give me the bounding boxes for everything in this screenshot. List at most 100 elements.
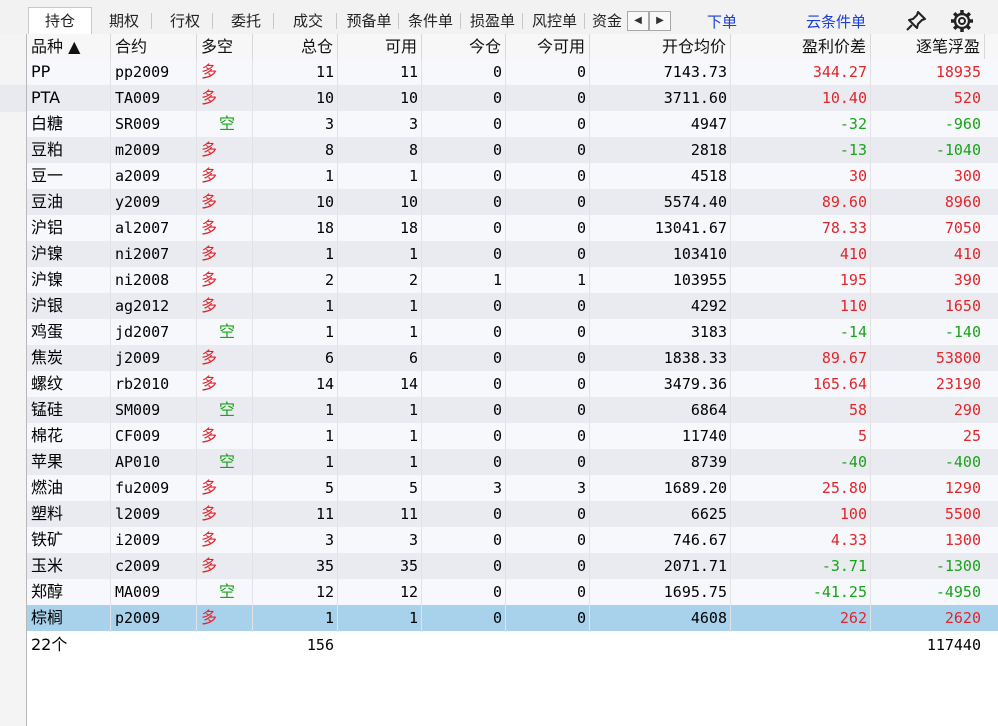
- tab-trades[interactable]: 成交: [279, 8, 337, 34]
- table-row[interactable]: 铁矿 i2009 多 3 3 0 0 746.67 4.33 1300: [27, 527, 998, 553]
- cell-total: 10: [315, 193, 334, 211]
- cell-contract: p2009: [115, 609, 161, 627]
- cell-total: 18: [315, 219, 334, 237]
- column-header-total[interactable]: 总仓: [253, 34, 338, 59]
- cell-avg-open-price: 7143.73: [663, 63, 727, 81]
- cell-direction: 多: [201, 374, 218, 393]
- cell-today: 0: [492, 115, 502, 133]
- column-header-product[interactable]: 品种 ▲: [27, 34, 111, 59]
- cell-total: 1: [324, 297, 334, 315]
- table-row[interactable]: 苹果 AP010 空 1 1 0 0 8739 -40 -400: [27, 449, 998, 475]
- tab-stop-profit-loss[interactable]: 损盈单: [462, 8, 523, 34]
- cell-product: 豆粕: [31, 140, 64, 159]
- table-row[interactable]: 豆油 y2009 多 10 10 0 0 5574.40 89.60 8960: [27, 189, 998, 215]
- table-row[interactable]: 沪银 ag2012 多 1 1 0 0 4292 110 1650: [27, 293, 998, 319]
- tab-options[interactable]: 期权: [96, 8, 152, 34]
- cell-today-available: 0: [576, 609, 586, 627]
- column-header-today[interactable]: 今仓: [422, 34, 506, 59]
- table-row[interactable]: 锰硅 SM009 空 1 1 0 0 6864 58 290: [27, 397, 998, 423]
- table-row[interactable]: 玉米 c2009 多 35 35 0 0 2071.71 -3.71 -1300: [27, 553, 998, 579]
- table-row[interactable]: 郑醇 MA009 空 12 12 0 0 1695.75 -41.25 -4950: [27, 579, 998, 605]
- table-row[interactable]: 豆粕 m2009 多 8 8 0 0 2818 -13 -1040: [27, 137, 998, 163]
- place-order-link[interactable]: 下单: [707, 11, 737, 32]
- table-row[interactable]: 沪镍 ni2007 多 1 1 0 0 103410 410 410: [27, 241, 998, 267]
- cell-today-available: 0: [576, 453, 586, 471]
- tab-orders[interactable]: 委托: [218, 8, 274, 34]
- cell-today-available: 0: [576, 531, 586, 549]
- cell-total: 3: [324, 115, 334, 133]
- tab-funds[interactable]: 资金: [592, 8, 630, 34]
- cell-direction: 多: [201, 504, 218, 523]
- cell-today-available: 0: [576, 167, 586, 185]
- table-row[interactable]: 棉花 CF009 多 1 1 0 0 11740 5 25: [27, 423, 998, 449]
- scroll-right-button[interactable]: ▶: [649, 11, 671, 31]
- cell-contract: j2009: [115, 349, 161, 367]
- cell-today-available: 1: [576, 271, 586, 289]
- column-header-available[interactable]: 可用: [338, 34, 422, 59]
- cell-contract: SM009: [115, 401, 161, 419]
- cell-profit-spread: -14: [839, 323, 867, 341]
- cell-float-pnl: 1300: [944, 531, 981, 549]
- cell-total: 1: [324, 453, 334, 471]
- cell-contract: fu2009: [115, 479, 170, 497]
- column-header-contract[interactable]: 合约: [111, 34, 197, 59]
- cell-available: 1: [408, 323, 418, 341]
- cell-float-pnl: 520: [953, 89, 981, 107]
- cell-today: 0: [492, 323, 502, 341]
- cell-total: 1: [324, 609, 334, 627]
- cell-float-pnl: 25: [962, 427, 981, 445]
- cell-avg-open-price: 3711.60: [663, 89, 727, 107]
- column-divider: [870, 59, 871, 633]
- cell-avg-open-price: 4518: [690, 167, 727, 185]
- table-row[interactable]: 焦炭 j2009 多 6 6 0 0 1838.33 89.67 53800: [27, 345, 998, 371]
- table-row[interactable]: 塑料 l2009 多 11 11 0 0 6625 100 5500: [27, 501, 998, 527]
- column-header-direction[interactable]: 多空: [197, 34, 253, 59]
- tab-preorders[interactable]: 预备单: [339, 8, 399, 34]
- scroll-left-button[interactable]: ◀: [627, 11, 649, 31]
- cell-product: 塑料: [31, 504, 64, 523]
- cell-today: 0: [492, 219, 502, 237]
- cell-float-pnl: 1290: [944, 479, 981, 497]
- cell-profit-spread: -32: [839, 115, 867, 133]
- cell-direction: 多: [201, 270, 218, 289]
- table-row[interactable]: PP pp2009 多 11 11 0 0 7143.73 344.27 18935: [27, 59, 998, 85]
- cell-direction: 多: [201, 166, 218, 185]
- cell-today: 0: [492, 63, 502, 81]
- cell-avg-open-price: 3183: [690, 323, 727, 341]
- cell-float-pnl: 8960: [944, 193, 981, 211]
- cell-product: 郑醇: [31, 582, 64, 601]
- cell-profit-spread: 30: [848, 167, 867, 185]
- cell-avg-open-price: 4947: [690, 115, 727, 133]
- column-header-today-available[interactable]: 今可用: [506, 34, 590, 59]
- table-row[interactable]: 鸡蛋 jd2007 空 1 1 0 0 3183 -14 -140: [27, 319, 998, 345]
- cell-contract: CF009: [115, 427, 161, 445]
- pin-icon[interactable]: [903, 8, 929, 34]
- cell-product: 苹果: [31, 452, 64, 471]
- cell-contract: ni2007: [115, 245, 170, 263]
- tab-conditional[interactable]: 条件单: [400, 8, 461, 34]
- table-row[interactable]: 白糖 SR009 空 3 3 0 0 4947 -32 -960: [27, 111, 998, 137]
- column-header-float-pnl[interactable]: 逐笔浮盈: [871, 34, 985, 59]
- tab-exercise[interactable]: 行权: [157, 8, 213, 34]
- cell-profit-spread: 410: [839, 245, 867, 263]
- table-row[interactable]: 燃油 fu2009 多 5 5 3 3 1689.20 25.80 1290: [27, 475, 998, 501]
- cell-available: 1: [408, 453, 418, 471]
- table-row[interactable]: 沪铝 al2007 多 18 18 0 0 13041.67 78.33 7050: [27, 215, 998, 241]
- table-row[interactable]: 沪镍 ni2008 多 2 2 1 1 103955 195 390: [27, 267, 998, 293]
- column-header-avg-open-price[interactable]: 开仓均价: [590, 34, 731, 59]
- column-header-profit-spread[interactable]: 盈利价差: [731, 34, 871, 59]
- table-row[interactable]: 豆一 a2009 多 1 1 0 0 4518 30 300: [27, 163, 998, 189]
- cell-avg-open-price: 746.67: [672, 531, 727, 549]
- cell-today-available: 0: [576, 219, 586, 237]
- table-row[interactable]: 螺纹 rb2010 多 14 14 0 0 3479.36 165.64 23190: [27, 371, 998, 397]
- tab-positions[interactable]: 持仓: [28, 7, 92, 34]
- cell-profit-spread: 100: [839, 505, 867, 523]
- gear-icon[interactable]: [949, 8, 975, 34]
- cell-today: 0: [492, 609, 502, 627]
- cell-today-available: 0: [576, 193, 586, 211]
- cell-total: 3: [324, 531, 334, 549]
- table-row[interactable]: PTA TA009 多 10 10 0 0 3711.60 10.40 520: [27, 85, 998, 111]
- cloud-conditional-order-link[interactable]: 云条件单: [806, 11, 866, 32]
- table-row[interactable]: 棕榈 p2009 多 1 1 0 0 4608 262 2620: [27, 605, 998, 631]
- tab-risk-control[interactable]: 风控单: [524, 8, 585, 34]
